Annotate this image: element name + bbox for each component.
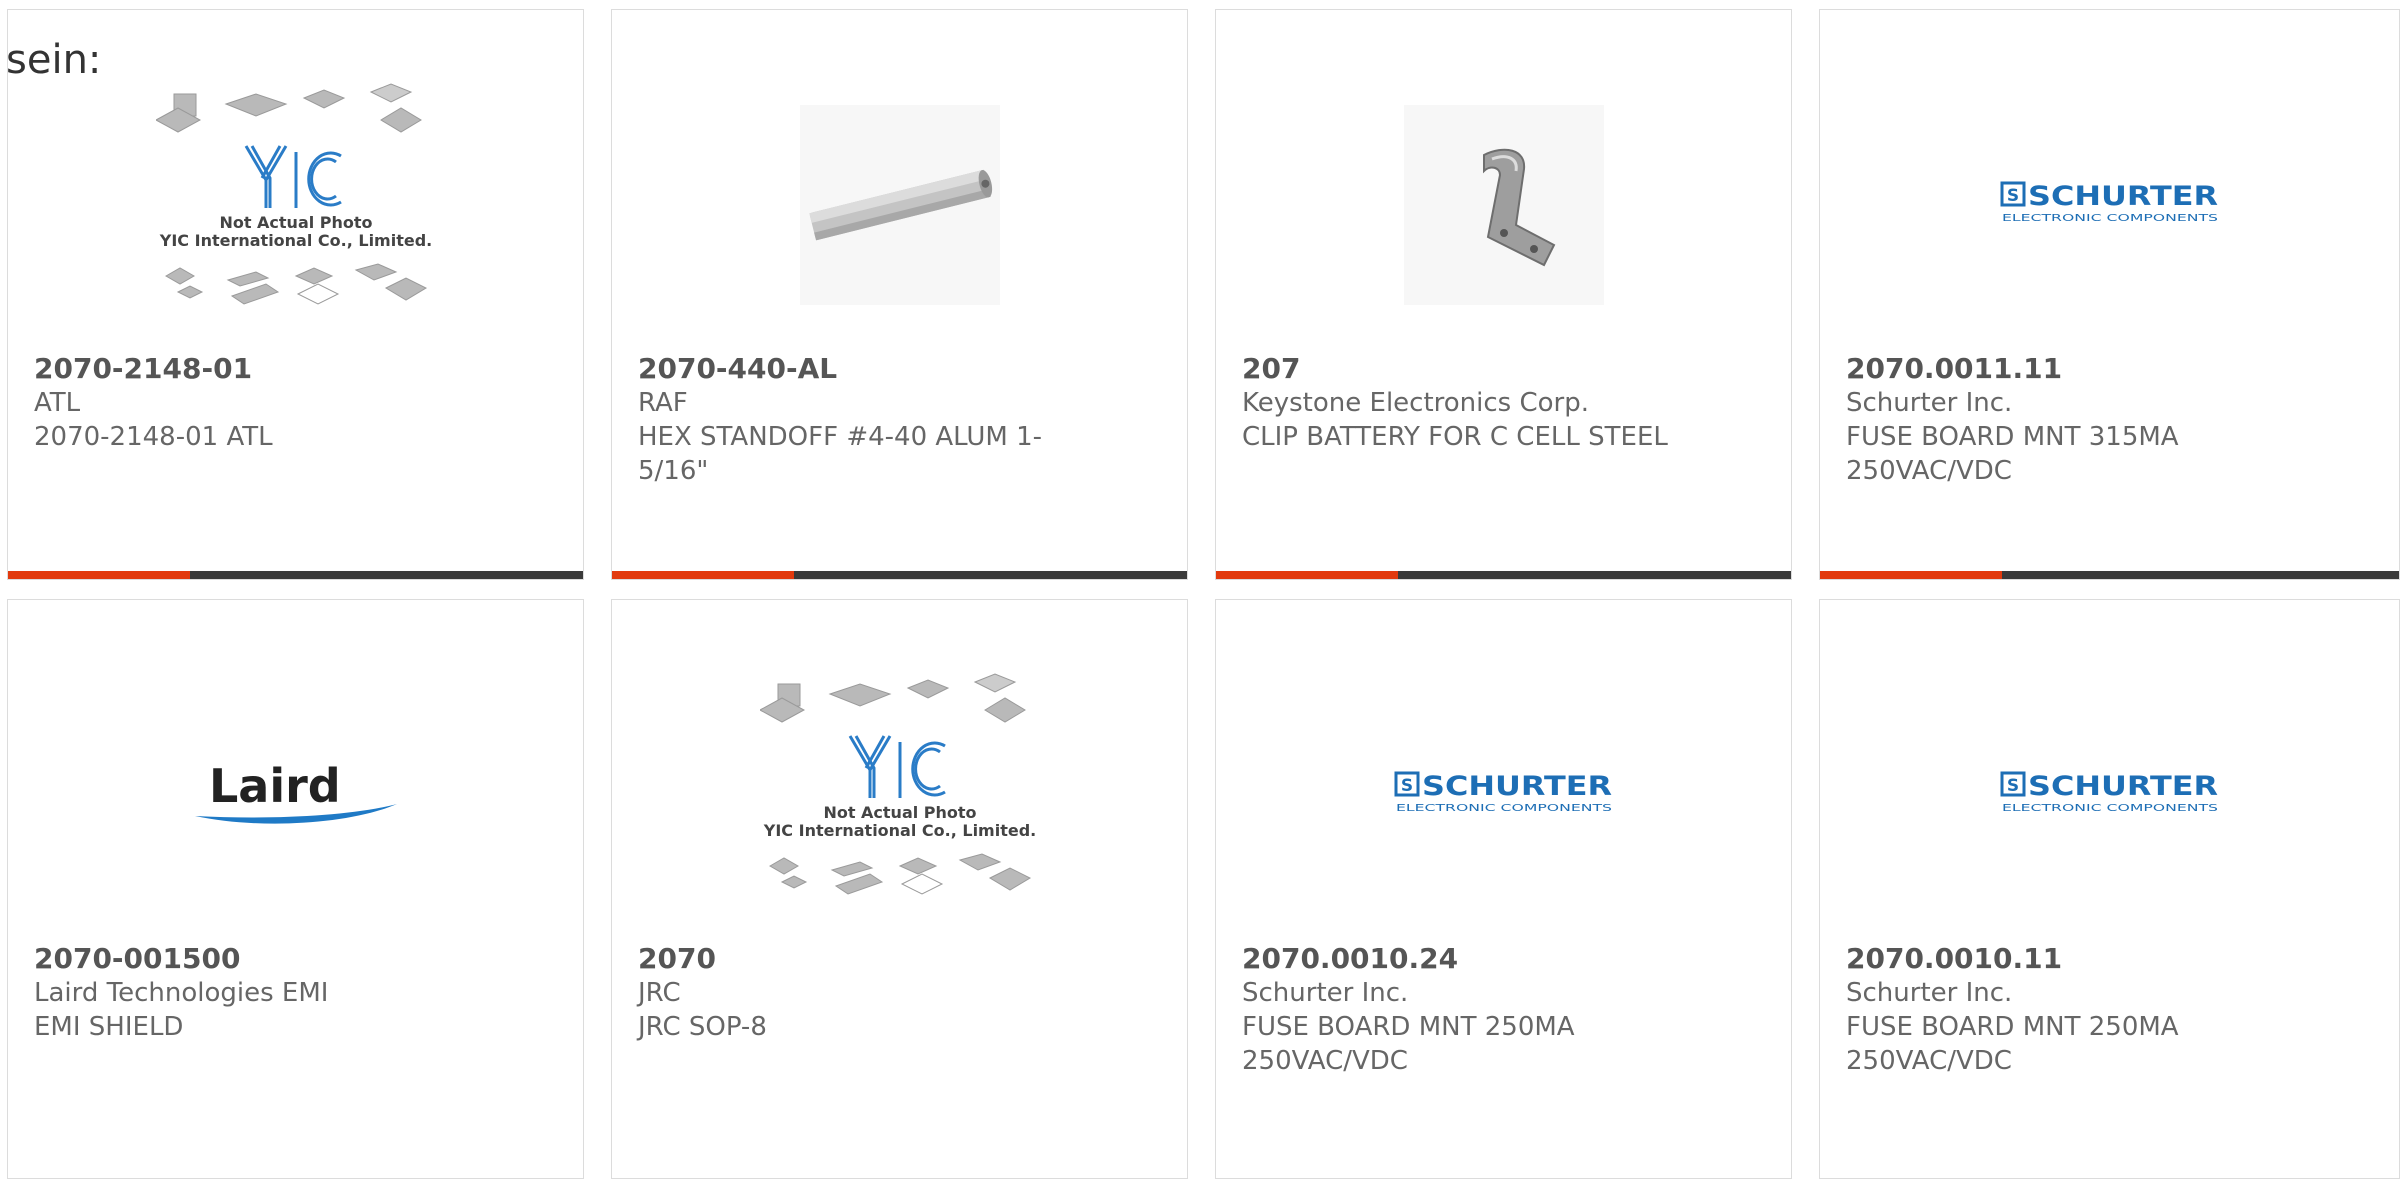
schurter-badge: S — [2006, 776, 2018, 796]
product-image[interactable]: Laird — [8, 660, 583, 930]
placeholder-icon: Not Actual Photo YIC International Co., … — [759, 673, 1036, 895]
product-image[interactable]: S SCHURTER ELECTRONIC COMPONENTS — [1820, 70, 2399, 340]
product-image[interactable] — [1216, 70, 1791, 340]
manufacturer: RAF — [638, 388, 688, 418]
schurter-logo: S SCHURTER ELECTRONIC COMPONENTS — [2000, 771, 2218, 814]
description: JRC SOP-8 — [638, 1012, 767, 1042]
card-bar — [1820, 571, 2399, 579]
product-card[interactable]: 2070-440-AL RAF HEX STANDOFF #4-40 ALUM … — [611, 9, 1188, 580]
manufacturer: Schurter Inc. — [1242, 978, 1409, 1008]
schurter-sub: ELECTRONIC COMPONENTS — [2002, 213, 2218, 224]
manufacturer: Keystone Electronics Corp. — [1242, 388, 1590, 418]
card-bar-accent — [8, 571, 190, 579]
product-card[interactable]: Not Actual Photo YIC International Co., … — [7, 9, 584, 580]
manufacturer: Laird Technologies EMI — [34, 978, 329, 1008]
card-bar — [612, 571, 1187, 579]
schurter-brand: SCHURTER — [1422, 771, 1612, 802]
placeholder-icon: Not Actual Photo YIC International Co., … — [155, 83, 432, 305]
part-number[interactable]: 2070.0010.24 — [1242, 942, 1701, 976]
manufacturer: JRC — [638, 978, 681, 1008]
schurter-brand: SCHURTER — [2028, 771, 2218, 802]
clip-photo — [1403, 105, 1604, 305]
description: FUSE BOARD MNT 315MA 250VAC/VDC — [1846, 422, 2179, 486]
part-number[interactable]: 2070-2148-01 — [34, 352, 493, 386]
card-bar-accent — [1216, 571, 1398, 579]
schurter-logo: S SCHURTER ELECTRONIC COMPONENTS — [2000, 181, 2218, 224]
schurter-sub: ELECTRONIC COMPONENTS — [2002, 803, 2218, 814]
card-bar-accent — [1820, 571, 2002, 579]
description: FUSE BOARD MNT 250MA 250VAC/VDC — [1846, 1012, 2179, 1076]
placeholder-line2: YIC International Co., Limited. — [762, 821, 1035, 840]
part-number[interactable]: 2070.0010.11 — [1846, 942, 2309, 976]
part-number[interactable]: 2070.0011.11 — [1846, 352, 2309, 386]
product-card[interactable]: S SCHURTER ELECTRONIC COMPONENTS 2070.00… — [1819, 599, 2400, 1179]
part-number[interactable]: 2070-001500 — [34, 942, 493, 976]
placeholder-line1: Not Actual Photo — [823, 803, 976, 822]
part-number[interactable]: 2070 — [638, 942, 1097, 976]
card-bar — [8, 571, 583, 579]
product-card[interactable]: 207 Keystone Electronics Corp. CLIP BATT… — [1215, 9, 1792, 580]
part-number[interactable]: 207 — [1242, 352, 1701, 386]
product-image[interactable]: S SCHURTER ELECTRONIC COMPONENTS — [1216, 660, 1791, 930]
prefix-text: sein: — [6, 37, 102, 83]
product-card[interactable]: S SCHURTER ELECTRONIC COMPONENTS 2070.00… — [1215, 599, 1792, 1179]
product-card[interactable]: S SCHURTER ELECTRONIC COMPONENTS 2070.00… — [1819, 9, 2400, 580]
manufacturer: Schurter Inc. — [1846, 388, 2013, 418]
manufacturer: Schurter Inc. — [1846, 978, 2013, 1008]
product-image[interactable]: S SCHURTER ELECTRONIC COMPONENTS — [1820, 660, 2399, 930]
schurter-badge: S — [1400, 776, 1412, 796]
schurter-sub: ELECTRONIC COMPONENTS — [1396, 803, 1612, 814]
description: HEX STANDOFF #4-40 ALUM 1-5/16" — [638, 422, 1043, 486]
laird-logo: Laird — [194, 760, 397, 824]
laird-brand: Laird — [209, 760, 341, 813]
product-image[interactable]: Not Actual Photo YIC International Co., … — [8, 70, 583, 340]
manufacturer: ATL — [34, 388, 81, 418]
schurter-badge: S — [2006, 186, 2018, 206]
description: EMI SHIELD — [34, 1012, 184, 1042]
schurter-logo: S SCHURTER ELECTRONIC COMPONENTS — [1394, 771, 1612, 814]
product-card[interactable]: Laird 2070-001500 Laird Technologies EMI… — [7, 599, 584, 1179]
placeholder-line2: YIC International Co., Limited. — [158, 231, 431, 250]
card-bar-accent — [612, 571, 794, 579]
schurter-brand: SCHURTER — [2028, 181, 2218, 212]
description: 2070-2148-01 ATL — [34, 422, 273, 452]
placeholder-line1: Not Actual Photo — [219, 213, 372, 232]
product-card[interactable]: Not Actual Photo YIC International Co., … — [611, 599, 1188, 1179]
standoff-photo — [799, 105, 1000, 305]
card-bar — [1216, 571, 1791, 579]
product-image[interactable]: Not Actual Photo YIC International Co., … — [612, 660, 1187, 930]
description: CLIP BATTERY FOR C CELL STEEL — [1242, 422, 1668, 452]
description: FUSE BOARD MNT 250MA 250VAC/VDC — [1242, 1012, 1575, 1076]
part-number[interactable]: 2070-440-AL — [638, 352, 1097, 386]
product-image[interactable] — [612, 70, 1187, 340]
